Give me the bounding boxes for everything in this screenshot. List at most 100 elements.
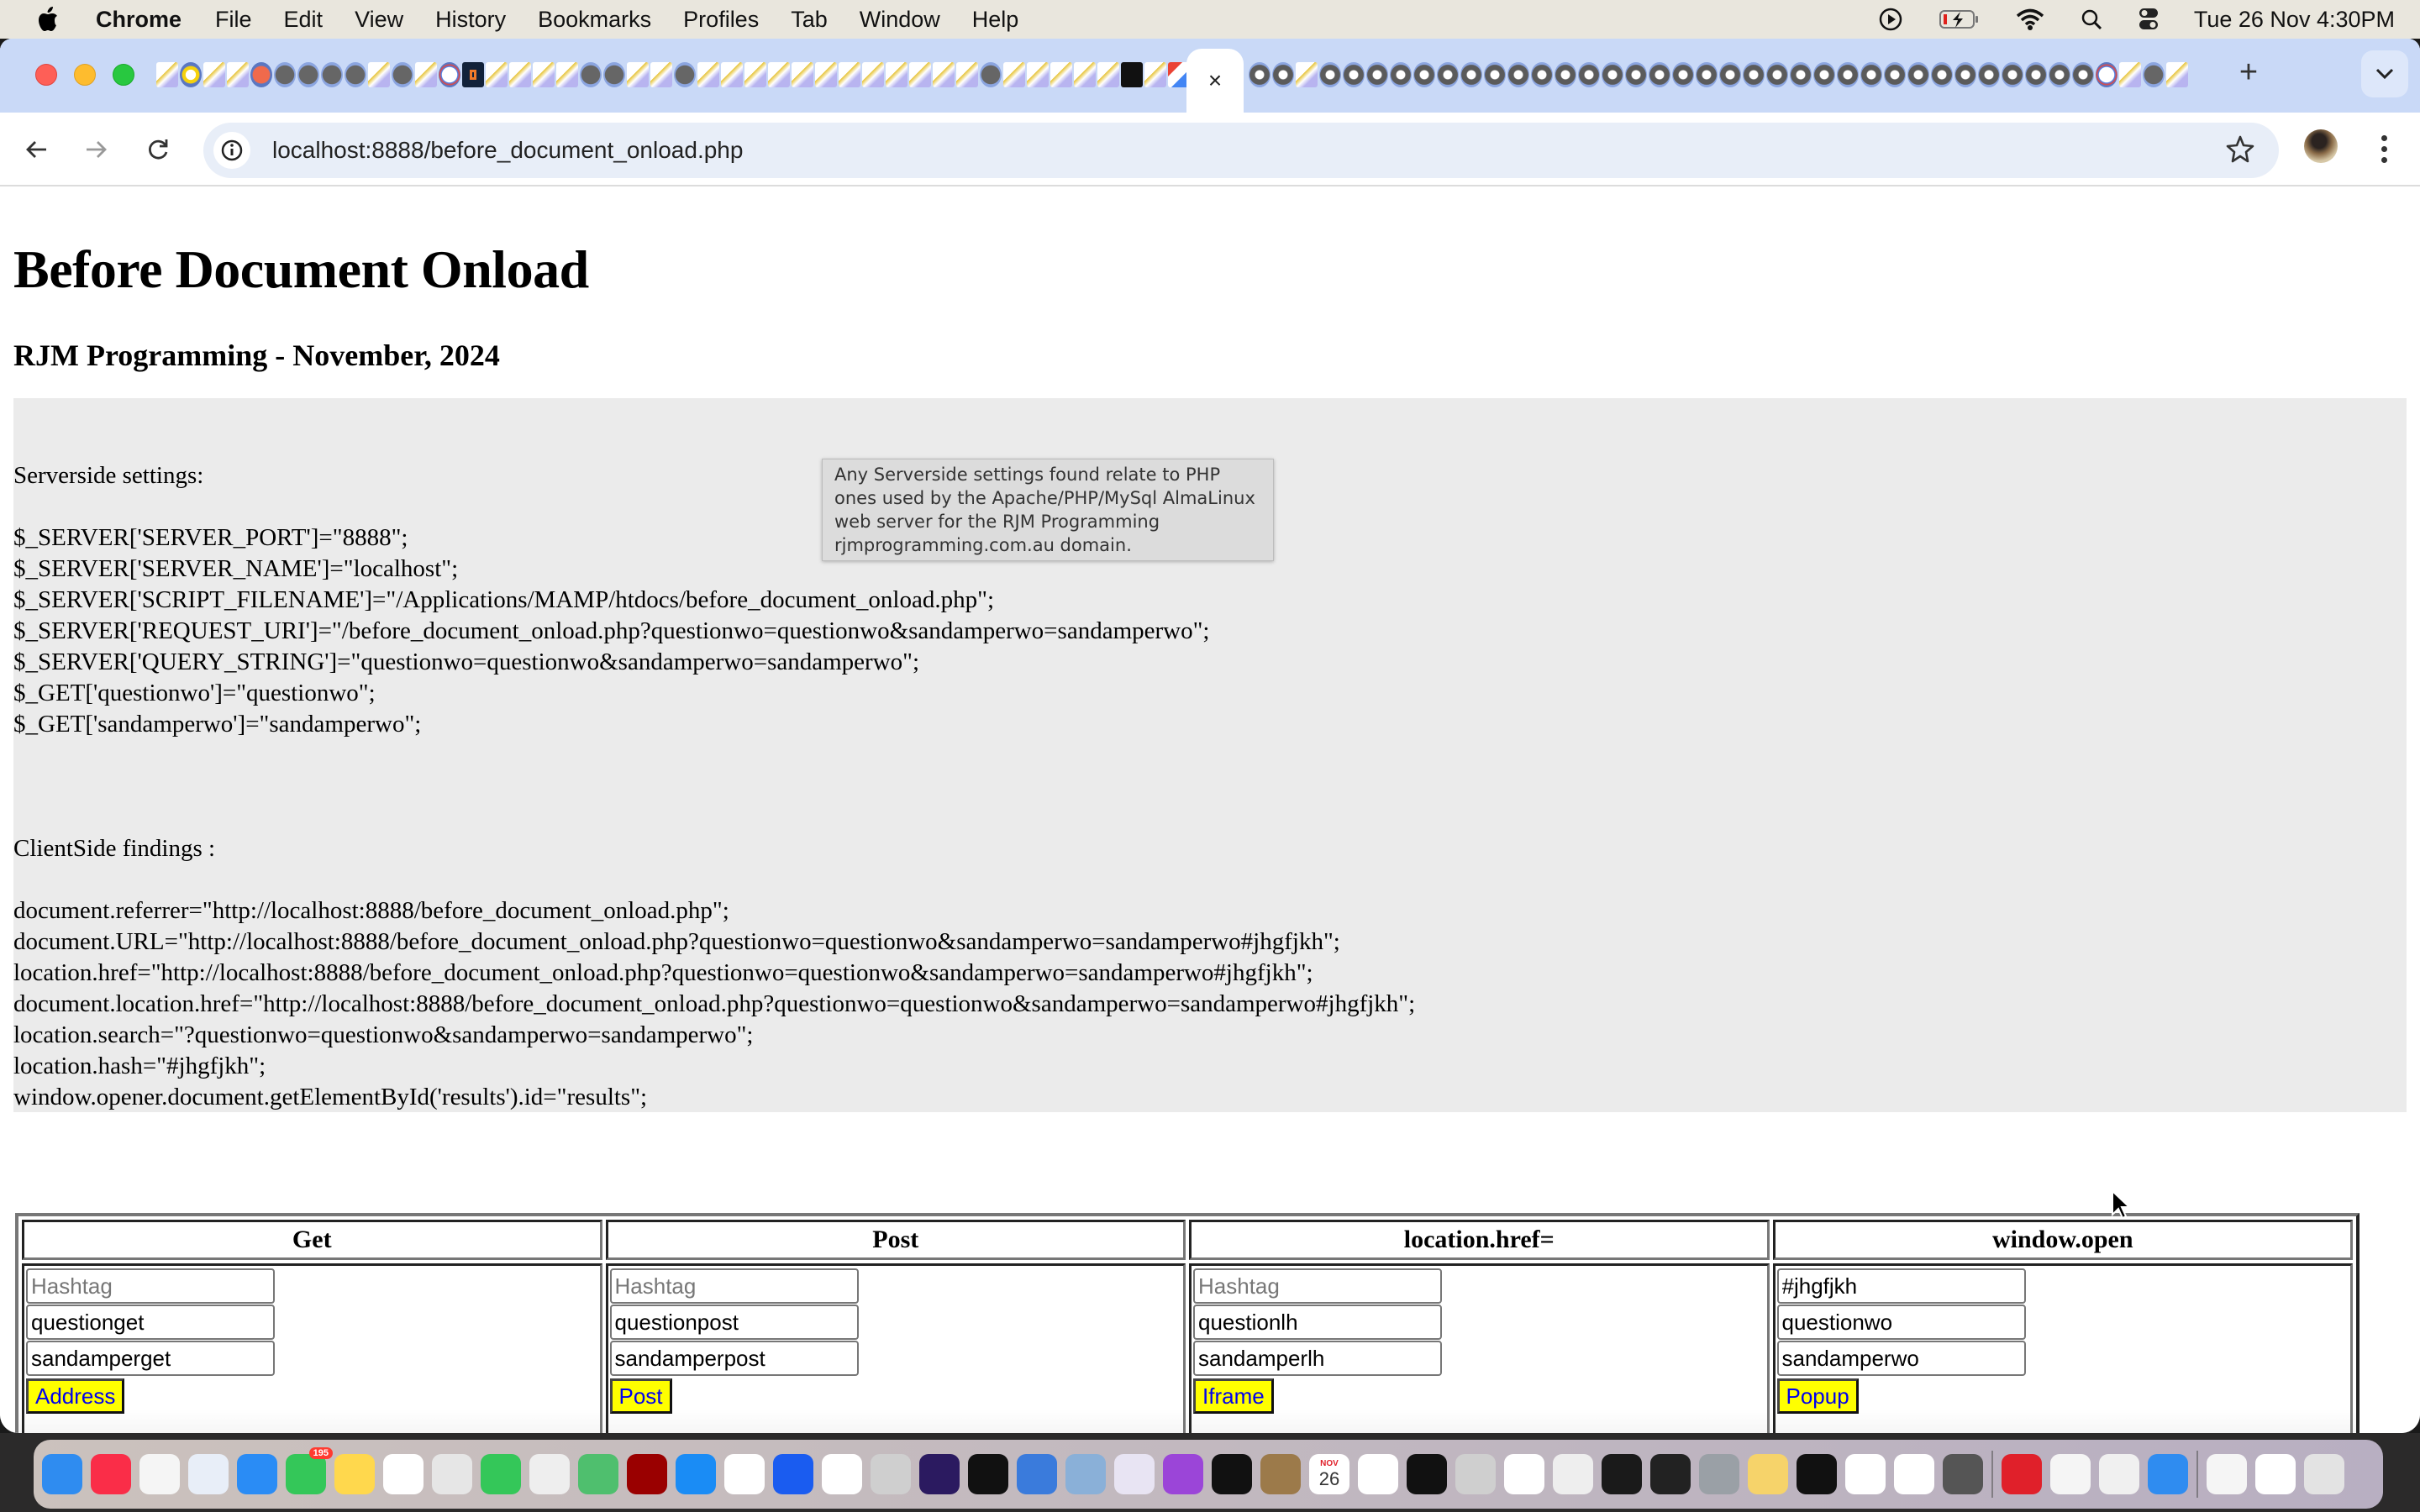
browser-tab-favicon[interactable] — [1366, 62, 1388, 87]
dock-quicktime-icon[interactable] — [1602, 1454, 1642, 1494]
browser-tab-favicon[interactable] — [1860, 62, 1882, 87]
browser-tab-favicon[interactable] — [462, 62, 484, 87]
dock-textedit-icon[interactable] — [529, 1454, 570, 1494]
browser-tab-favicon[interactable] — [439, 62, 460, 87]
browser-tab-favicon[interactable] — [1978, 62, 2000, 87]
dock-reminders-icon[interactable] — [139, 1454, 180, 1494]
post-question-input[interactable] — [609, 1305, 859, 1340]
lh-question-input[interactable] — [1193, 1305, 1442, 1340]
browser-tab-favicon[interactable] — [1696, 62, 1718, 87]
dock-script-editor-icon[interactable] — [2099, 1454, 2139, 1494]
post-sandamper-input[interactable] — [609, 1341, 859, 1376]
menu-window[interactable]: Window — [860, 7, 940, 33]
dock-safari-technology-preview-icon[interactable] — [2148, 1454, 2188, 1494]
browser-tab-favicon[interactable] — [839, 62, 860, 87]
dock-libreoffice-icon[interactable] — [1553, 1454, 1593, 1494]
browser-tab-favicon[interactable] — [1766, 62, 1788, 87]
browser-tab-favicon[interactable] — [1413, 62, 1435, 87]
dock-terminal-icon[interactable] — [1407, 1454, 1447, 1494]
dock-calculator-icon[interactable] — [1455, 1454, 1496, 1494]
active-tab[interactable]: × — [1186, 49, 1244, 113]
dock-terminal-exec-2-icon[interactable] — [1797, 1454, 1837, 1494]
dock-apple-tv-icon[interactable] — [968, 1454, 1008, 1494]
browser-tab-favicon[interactable] — [909, 62, 931, 87]
menu-tab[interactable]: Tab — [791, 7, 828, 33]
dock-paintbrush-icon[interactable] — [1748, 1454, 1788, 1494]
browser-tab-favicon[interactable] — [1555, 62, 1576, 87]
browser-tab-favicon[interactable] — [1003, 62, 1025, 87]
menu-profiles[interactable]: Profiles — [683, 7, 759, 33]
wo-question-input[interactable] — [1776, 1305, 2026, 1340]
back-button[interactable] — [17, 129, 57, 170]
post-button[interactable]: Post — [609, 1378, 672, 1414]
play-icon[interactable] — [1878, 7, 1903, 32]
browser-tab-favicon[interactable] — [1672, 62, 1694, 87]
apple-logo-icon[interactable] — [35, 5, 60, 34]
browser-tab-favicon[interactable] — [1390, 62, 1412, 87]
browser-tab-favicon[interactable] — [1050, 62, 1072, 87]
close-window-button[interactable] — [35, 64, 57, 86]
browser-tab-favicon[interactable] — [1121, 62, 1143, 87]
get-sandamper-input[interactable] — [26, 1341, 275, 1376]
dock-contacts-icon[interactable] — [1260, 1454, 1301, 1494]
wifi-icon[interactable] — [2016, 8, 2044, 31]
browser-tab-favicon[interactable] — [1837, 62, 1859, 87]
get-question-input[interactable] — [26, 1305, 275, 1340]
browser-tab-favicon[interactable] — [1907, 62, 1929, 87]
browser-tab-favicon[interactable] — [1460, 62, 1482, 87]
browser-tab-favicon[interactable] — [1531, 62, 1553, 87]
browser-tab-favicon[interactable] — [2072, 62, 2094, 87]
dock-intellij-idea-icon[interactable] — [1650, 1454, 1691, 1494]
browser-tab-favicon[interactable] — [203, 62, 225, 87]
browser-tab-favicon[interactable] — [1319, 62, 1341, 87]
dock-notes-icon[interactable] — [334, 1454, 375, 1494]
menu-edit[interactable]: Edit — [284, 7, 324, 33]
new-tab-button[interactable]: + — [2232, 55, 2265, 90]
lh-hashtag-input[interactable] — [1193, 1268, 1442, 1304]
browser-tab-favicon[interactable] — [1507, 62, 1529, 87]
dock-podcasts-icon[interactable] — [1163, 1454, 1203, 1494]
dock-document-icon[interactable] — [2207, 1454, 2247, 1494]
profile-avatar[interactable] — [2304, 129, 2338, 163]
dock-chrome-icon[interactable] — [1504, 1454, 1544, 1494]
dock-terminal-exec-icon[interactable] — [1212, 1454, 1252, 1494]
battery-charging-icon[interactable] — [1939, 7, 1981, 32]
browser-tab-favicon[interactable] — [1625, 62, 1647, 87]
browser-tab-favicon[interactable] — [815, 62, 837, 87]
close-tab-icon[interactable]: × — [1208, 67, 1222, 94]
browser-tab-favicon[interactable] — [321, 62, 343, 87]
browser-tab-favicon[interactable] — [650, 62, 672, 87]
dock-filezilla-icon[interactable] — [627, 1454, 667, 1494]
browser-tab-favicon[interactable] — [1719, 62, 1741, 87]
get-hashtag-input[interactable] — [26, 1268, 275, 1304]
menu-bookmarks[interactable]: Bookmarks — [538, 7, 651, 33]
browser-tab-favicon[interactable] — [674, 62, 696, 87]
browser-tab-favicon[interactable] — [1027, 62, 1049, 87]
site-info-icon[interactable] — [213, 132, 250, 169]
zoom-window-button[interactable] — [113, 64, 134, 86]
dock-xcode-icon[interactable] — [1017, 1454, 1057, 1494]
browser-tab-favicon[interactable] — [345, 62, 366, 87]
browser-tab-favicon[interactable] — [1249, 62, 1270, 87]
control-center-icon[interactable] — [2139, 7, 2159, 32]
dock-maps-icon[interactable] — [578, 1454, 618, 1494]
browser-tab-favicon[interactable] — [862, 62, 884, 87]
menu-help[interactable]: Help — [972, 7, 1019, 33]
browser-tab-favicon[interactable] — [392, 62, 413, 87]
browser-tab-favicon[interactable] — [556, 62, 578, 87]
browser-tab-favicon[interactable] — [1790, 62, 1812, 87]
dock-inkscape-icon[interactable] — [1894, 1454, 1934, 1494]
browser-tab-favicon[interactable] — [533, 62, 555, 87]
dock-finder-icon[interactable] — [42, 1454, 82, 1494]
browser-tab-favicon[interactable] — [297, 62, 319, 87]
dock-cmake-icon[interactable] — [1845, 1454, 1886, 1494]
browser-tab-favicon[interactable] — [2049, 62, 2070, 87]
browser-tab-favicon[interactable] — [1484, 62, 1506, 87]
browser-tab-favicon[interactable] — [792, 62, 813, 87]
browser-tab-favicon[interactable] — [1954, 62, 1976, 87]
browser-tab-favicon[interactable] — [603, 62, 625, 87]
forward-button[interactable] — [76, 129, 116, 170]
browser-tab-favicon[interactable] — [274, 62, 296, 87]
menu-bar-clock[interactable]: Tue 26 Nov 4:30PM — [2194, 7, 2395, 33]
dock-music-icon[interactable] — [91, 1454, 131, 1494]
